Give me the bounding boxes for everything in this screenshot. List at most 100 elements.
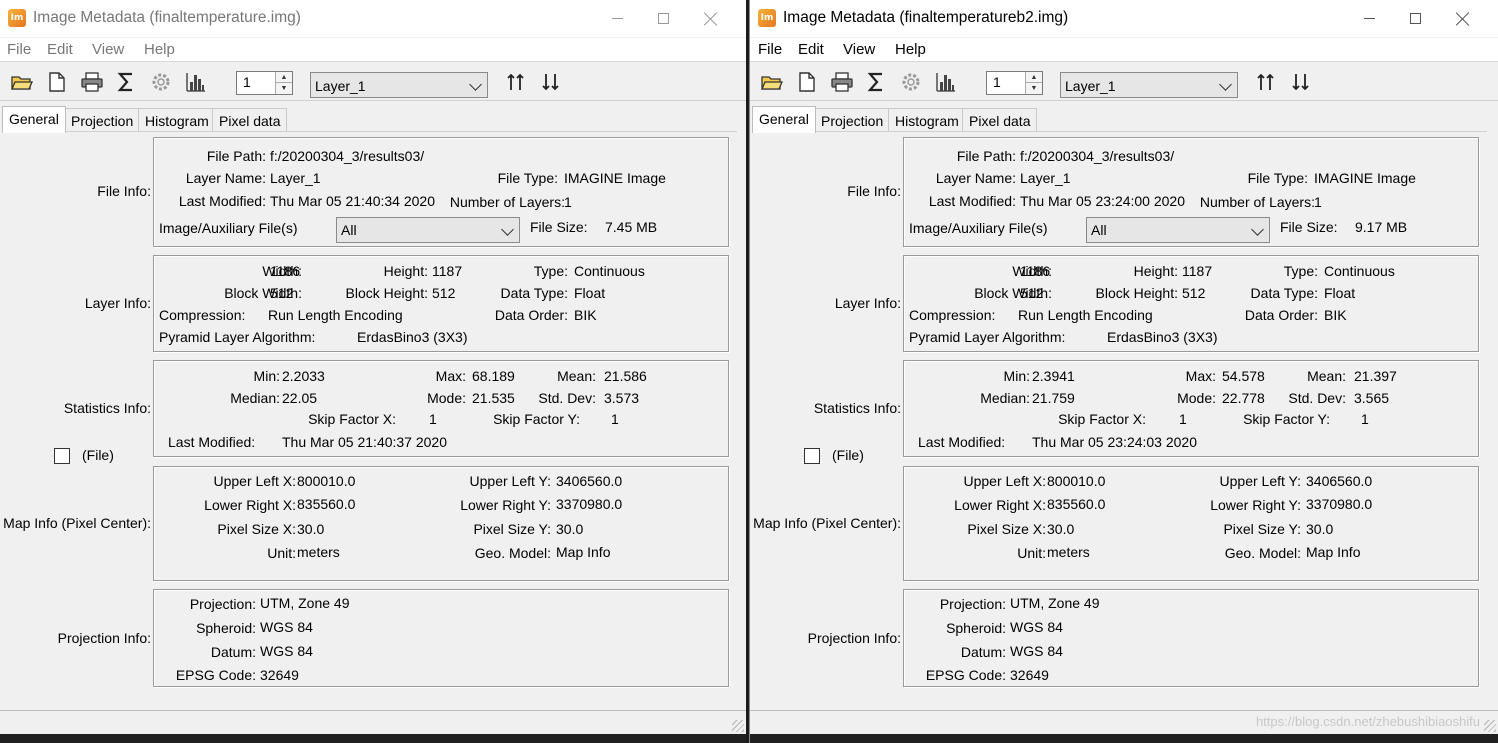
file-info-group: File Path: f:/20200304_3/results03/ Laye…	[903, 137, 1479, 247]
num-layers-value: 1	[1314, 194, 1322, 210]
resize-grip-icon[interactable]	[1484, 720, 1496, 732]
resize-grip-icon[interactable]	[732, 720, 744, 732]
layer-name-label: Layer Name:	[935, 170, 1016, 186]
chevron-down-icon	[501, 223, 514, 236]
menu-help[interactable]: Help	[895, 41, 926, 58]
new-document-icon[interactable]	[45, 70, 69, 94]
lower-right-y-label: Lower Right Y:	[1210, 497, 1301, 513]
layer-info-label: Layer Info:	[84, 295, 151, 311]
spinner-down-icon[interactable]: ▼	[1026, 83, 1042, 94]
pixel-size-x-value: 30.0	[297, 521, 325, 537]
maximize-button[interactable]	[640, 0, 686, 37]
spinner-up-icon[interactable]: ▲	[1026, 72, 1042, 83]
background-strip	[0, 734, 746, 743]
pixel-size-y-label: Pixel Size Y:	[473, 521, 551, 537]
stats-last-modified-label: Last Modified:	[168, 434, 256, 450]
epsg-code-value: 32649	[1010, 667, 1049, 683]
menu-edit[interactable]: Edit	[47, 41, 73, 58]
file-checkbox[interactable]	[804, 448, 820, 464]
aux-files-select[interactable]: All	[1086, 217, 1270, 243]
data-type-value: Float	[574, 285, 606, 301]
menu-view[interactable]: View	[92, 41, 124, 58]
tab-pixel-data[interactable]: Pixel data	[212, 108, 288, 132]
type-label: Type:	[533, 263, 568, 279]
layer-number-spinner[interactable]: 1 ▲ ▼	[986, 71, 1043, 95]
general-tab-page: File Info: File Path: f:/20200304_3/resu…	[3, 131, 737, 693]
tab-general[interactable]: General	[2, 106, 66, 133]
gear-icon[interactable]	[149, 70, 173, 94]
tab-projection[interactable]: Projection	[814, 108, 891, 132]
type-value: Continuous	[574, 263, 645, 279]
print-icon[interactable]	[830, 70, 854, 94]
maximize-icon	[657, 13, 669, 24]
title-bar[interactable]: Im Image Metadata (finaltemperature.img)	[0, 0, 746, 37]
spinner-up-icon[interactable]: ▲	[276, 72, 292, 83]
menu-edit[interactable]: Edit	[798, 41, 824, 58]
open-folder-icon[interactable]	[10, 70, 34, 94]
mode-value: 21.535	[472, 390, 515, 406]
file-checkbox[interactable]	[54, 448, 70, 464]
aux-files-value: All	[341, 222, 357, 238]
sort-up-icon[interactable]	[504, 70, 528, 94]
spinner-buttons[interactable]: ▲ ▼	[1025, 72, 1042, 94]
menu-help[interactable]: Help	[144, 41, 175, 58]
file-path-value: f:/20200304_3/results03/	[270, 148, 425, 164]
minimize-button[interactable]	[594, 0, 640, 37]
aux-files-select[interactable]: All	[336, 217, 520, 243]
open-folder-icon[interactable]	[760, 70, 784, 94]
stats-last-modified-value: Thu Mar 05 21:40:37 2020	[282, 434, 448, 450]
compression-label: Compression:	[159, 307, 246, 323]
title-bar[interactable]: Im Image Metadata (finaltemperatureb2.im…	[750, 0, 1498, 37]
print-icon[interactable]	[80, 70, 104, 94]
block-height-label: Block Height:	[345, 285, 428, 301]
minimize-button[interactable]	[1346, 0, 1392, 37]
sigma-statistics-icon[interactable]	[864, 70, 888, 94]
layer-name-value: Layer_1	[270, 170, 321, 186]
median-label: Median:	[230, 390, 280, 406]
upper-left-x-value: 800010.0	[1047, 473, 1106, 489]
map-info-group: Upper Left X: 800010.0 Upper Left Y: 340…	[153, 466, 729, 581]
pyramid-value: ErdasBino3 (3X3)	[1107, 329, 1218, 345]
tab-pixel-data[interactable]: Pixel data	[962, 108, 1038, 132]
window-title: Image Metadata (finaltemperatureb2.img)	[783, 9, 1069, 26]
projection-info-label: Projection Info:	[807, 630, 901, 646]
sigma-statistics-icon[interactable]	[114, 70, 138, 94]
unit-value: meters	[1047, 544, 1090, 560]
std-dev-value: 3.565	[1354, 390, 1390, 406]
spinner-value[interactable]: 1	[243, 74, 251, 90]
file-size-label: File Size:	[530, 219, 588, 235]
file-checkbox-label: (File)	[832, 447, 864, 463]
tab-general[interactable]: General	[752, 106, 816, 133]
file-last-modified-label: Last Modified:	[178, 193, 266, 209]
data-order-value: BIK	[574, 307, 597, 323]
new-document-icon[interactable]	[795, 70, 819, 94]
data-order-label: Data Order:	[1244, 307, 1318, 323]
map-info-label: Map Info (Pixel Center):	[3, 515, 151, 531]
spinner-down-icon[interactable]: ▼	[276, 83, 292, 94]
projection-label: Projection:	[939, 596, 1006, 612]
spinner-value[interactable]: 1	[993, 74, 1001, 90]
close-button[interactable]	[688, 0, 734, 37]
max-label: Max:	[435, 368, 466, 384]
mean-value: 21.586	[604, 368, 647, 384]
sort-down-icon[interactable]	[1289, 70, 1313, 94]
sort-down-icon[interactable]	[539, 70, 563, 94]
menu-file[interactable]: File	[758, 41, 782, 58]
pixel-size-y-label: Pixel Size Y:	[1223, 521, 1301, 537]
tab-histogram[interactable]: Histogram	[138, 108, 216, 132]
layer-select[interactable]: Layer_1	[1060, 72, 1238, 98]
tab-histogram[interactable]: Histogram	[888, 108, 966, 132]
compression-value: Run Length Encoding	[268, 307, 403, 323]
histogram-icon[interactable]	[934, 70, 958, 94]
close-button[interactable]	[1440, 0, 1486, 37]
menu-view[interactable]: View	[843, 41, 875, 58]
gear-icon[interactable]	[899, 70, 923, 94]
maximize-button[interactable]	[1392, 0, 1438, 37]
tab-projection[interactable]: Projection	[64, 108, 141, 132]
histogram-icon[interactable]	[184, 70, 208, 94]
sort-up-icon[interactable]	[1254, 70, 1278, 94]
menu-file[interactable]: File	[7, 41, 31, 58]
spinner-buttons[interactable]: ▲ ▼	[275, 72, 292, 94]
layer-select[interactable]: Layer_1	[310, 72, 488, 98]
layer-number-spinner[interactable]: 1 ▲ ▼	[236, 71, 293, 95]
